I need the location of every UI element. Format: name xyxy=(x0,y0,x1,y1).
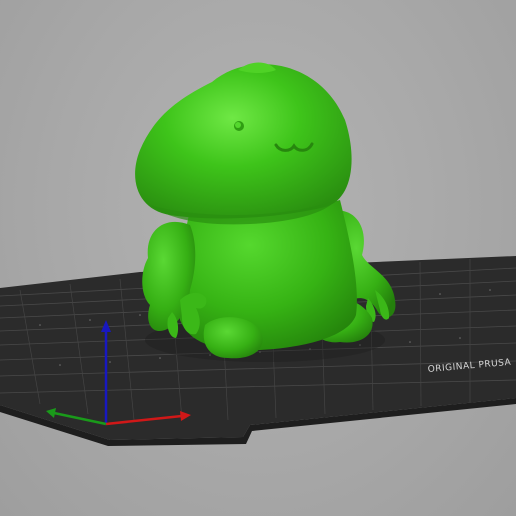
head xyxy=(135,64,352,219)
green-creature-model[interactable] xyxy=(135,62,396,363)
scene-canvas[interactable]: ORIGINAL PRUSA xyxy=(0,0,516,516)
head-bump xyxy=(238,62,276,73)
3d-viewport[interactable]: ORIGINAL PRUSA xyxy=(0,0,516,516)
